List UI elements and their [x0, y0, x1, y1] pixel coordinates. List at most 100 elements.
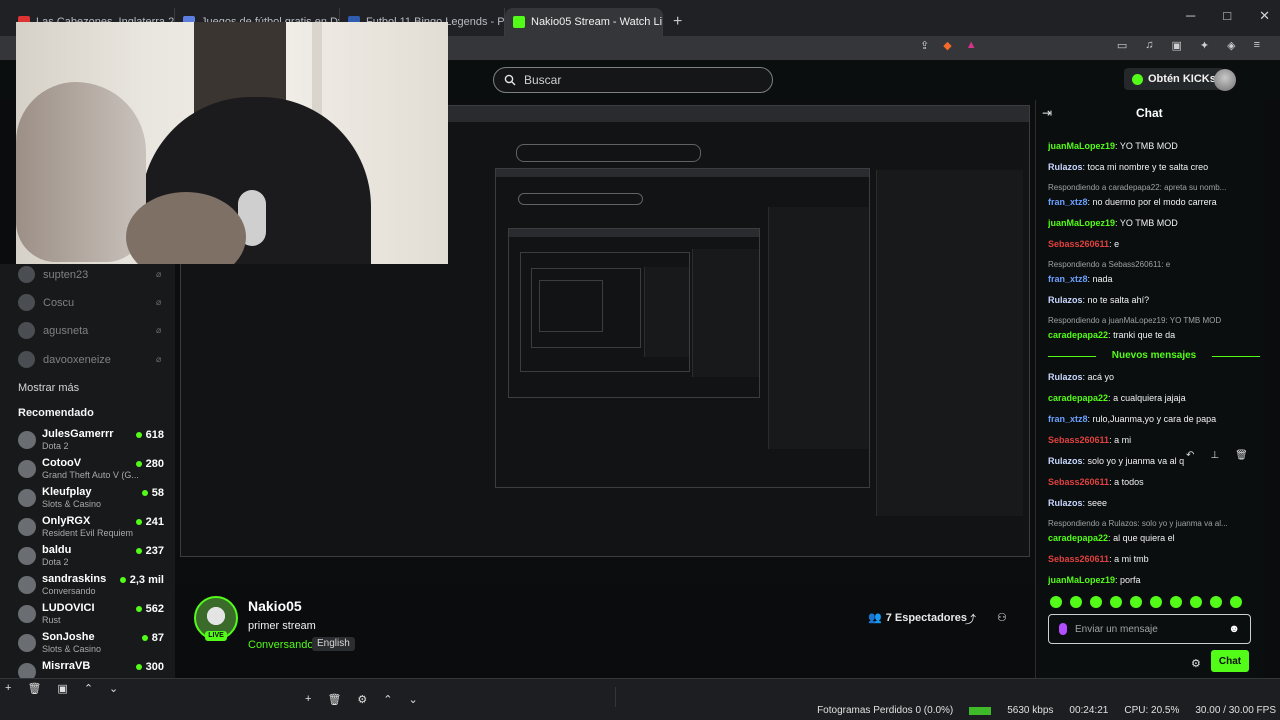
recommended-channel[interactable]: MisrraVB 300 — [18, 660, 168, 681]
chat-username[interactable]: juanMaLopez19 — [1048, 141, 1115, 151]
chat-username[interactable]: fran_xtz8 — [1048, 274, 1088, 284]
emote-icon[interactable] — [1130, 596, 1142, 608]
pin-icon[interactable]: ⊥ — [1210, 450, 1219, 461]
chat-username[interactable]: Rulazos — [1048, 162, 1083, 172]
move-down-icon[interactable]: ⌄ — [409, 693, 418, 706]
chat-message[interactable]: fran_xtz8: rulo,Juanma,yo y cara de papa — [1048, 413, 1260, 425]
chat-message[interactable]: Rulazos: toca mi nombre y te salta creo — [1048, 161, 1260, 173]
move-up-icon[interactable]: ⌃ — [383, 693, 392, 706]
chat-username[interactable]: Rulazos — [1048, 456, 1083, 466]
brave-rewards-icon[interactable]: ▲ — [966, 39, 977, 52]
chat-username[interactable]: fran_xtz8 — [1048, 414, 1088, 424]
emote-icon[interactable] — [1110, 596, 1122, 608]
chat-username[interactable]: Rulazos — [1048, 498, 1083, 508]
share-icon[interactable]: ⇪ — [920, 39, 929, 52]
get-kicks-button[interactable]: Obtén KICKs — [1124, 68, 1224, 90]
chat-username[interactable]: Rulazos — [1048, 372, 1083, 382]
chat-message[interactable]: Rulazos: acá yo — [1048, 371, 1260, 383]
chat-message[interactable]: caradepapa22: al que quiera el — [1048, 532, 1260, 544]
recommended-channel[interactable]: OnlyRGX Resident Evil Requiem 241 — [18, 515, 168, 543]
chat-username[interactable]: juanMaLopez19 — [1048, 575, 1115, 585]
chat-username[interactable]: caradepapa22 — [1048, 330, 1108, 340]
close-window-icon[interactable]: ✕ — [1259, 8, 1270, 24]
recommended-channel[interactable]: JulesGamerrr Dota 2 618 — [18, 428, 168, 456]
chat-username[interactable]: Sebass260611 — [1048, 239, 1109, 249]
search-input[interactable]: Buscar — [493, 67, 773, 93]
streamer-name[interactable]: Nakio05 — [248, 598, 302, 614]
add-source-icon[interactable]: + — [305, 693, 311, 706]
recommended-channel[interactable]: SonJoshe Slots & Casino 87 — [18, 631, 168, 659]
brave-shield-icon[interactable]: ◆ — [943, 39, 951, 52]
delete-icon[interactable]: 🗑 — [1235, 450, 1248, 461]
emote-icon[interactable] — [1230, 596, 1242, 608]
emote-icon[interactable] — [1070, 596, 1082, 608]
chat-message[interactable]: fran_xtz8: nada — [1048, 273, 1260, 285]
chat-message[interactable]: Sebass260611: e — [1048, 238, 1260, 250]
recommended-channel[interactable]: Kleufplay Slots & Casino 58 — [18, 486, 168, 514]
chat-message[interactable]: juanMaLopez19: YO TMB MOD — [1048, 140, 1260, 152]
chat-username[interactable]: fran_xtz8 — [1048, 197, 1088, 207]
emote-icon[interactable] — [1050, 596, 1062, 608]
chat-username[interactable]: Sebass260611 — [1048, 554, 1109, 564]
emote-icon[interactable] — [1090, 596, 1102, 608]
recommended-channel[interactable]: LUDOVICI Rust 562 — [18, 602, 168, 630]
remove-icon[interactable]: 🗑 — [27, 682, 41, 695]
chat-message[interactable]: Sebass260611: a mi tmb — [1048, 553, 1260, 565]
chat-message[interactable]: Sebass260611: a mi — [1048, 434, 1260, 446]
sidebar-icon[interactable]: ▭ — [1117, 39, 1127, 52]
channel-name: JulesGamerrr — [42, 428, 114, 440]
wallet-icon[interactable]: ◈ — [1227, 39, 1235, 52]
down-icon[interactable]: ⌄ — [109, 682, 118, 695]
source-settings-icon[interactable]: ⚙ — [357, 693, 367, 706]
add-icon[interactable]: + — [5, 682, 11, 695]
remove-source-icon[interactable]: 🗑 — [327, 693, 341, 706]
emote-icon[interactable] — [1170, 596, 1182, 608]
emote-icon[interactable] — [1190, 596, 1202, 608]
send-chat-button[interactable]: Chat — [1211, 650, 1249, 672]
chat-username[interactable]: juanMaLopez19 — [1048, 218, 1115, 228]
media-icon[interactable]: ♫ — [1145, 39, 1153, 52]
sidebar-followed-item[interactable]: supten23 ⌀ — [18, 266, 161, 283]
chat-message[interactable]: fran_xtz8: no duermo por el modo carrera — [1048, 196, 1260, 208]
sidebar-followed-item[interactable]: Coscu ⌀ — [18, 294, 161, 311]
emote-icon[interactable] — [1210, 596, 1222, 608]
chat-message[interactable]: Rulazos: seee — [1048, 497, 1260, 509]
chat-username[interactable]: Sebass260611 — [1048, 435, 1109, 445]
new-tab-button[interactable]: + — [673, 13, 682, 31]
chat-message[interactable]: caradepapa22: a cualquiera jajaja — [1048, 392, 1260, 404]
chat-username[interactable]: Rulazos — [1048, 295, 1083, 305]
collapse-chat-icon[interactable]: ⇥ — [1042, 106, 1052, 120]
menu-icon[interactable]: ≡ — [1254, 39, 1260, 52]
user-avatar[interactable] — [1214, 69, 1236, 91]
show-more-link[interactable]: Mostrar más — [18, 382, 79, 394]
reply-icon[interactable]: ↶ — [1186, 450, 1194, 461]
chat-username[interactable]: caradepapa22 — [1048, 393, 1108, 403]
emote-icon[interactable] — [1150, 596, 1162, 608]
chat-username[interactable]: Sebass260611 — [1048, 477, 1109, 487]
tab-icon[interactable]: ▣ — [1171, 39, 1181, 52]
recommended-channel[interactable]: baldu Dota 2 237 — [18, 544, 168, 572]
up-icon[interactable]: ⌃ — [84, 682, 93, 695]
sidebar-followed-item[interactable]: davooxeneize ⌀ — [18, 351, 161, 368]
stream-category[interactable]: Conversando — [248, 639, 313, 651]
chat-username[interactable]: caradepapa22 — [1048, 533, 1108, 543]
chat-message[interactable]: juanMaLopez19: YO TMB MOD — [1048, 217, 1260, 229]
recommended-channel[interactable]: CotooV Grand Theft Auto V (G... 280 — [18, 457, 168, 485]
chat-message[interactable]: Sebass260611: a todos — [1048, 476, 1260, 488]
browser-tab-active[interactable]: Nakio05 Stream - Watch Live× — [505, 8, 663, 36]
emoji-icon[interactable]: ☻ — [1228, 623, 1240, 635]
extensions-icon[interactable]: ✦ — [1200, 39, 1209, 52]
follow-icon[interactable]: ⚇ — [997, 611, 1007, 624]
filter-icon[interactable]: ▣ — [57, 682, 67, 695]
chat-settings-icon[interactable]: ⚙ — [1191, 657, 1201, 670]
minimize-icon[interactable]: ─ — [1186, 8, 1195, 24]
language-tag[interactable]: English — [312, 637, 355, 651]
share-icon[interactable]: ⤴ — [965, 611, 976, 627]
chat-message[interactable]: Rulazos: no te salta ahí? — [1048, 294, 1260, 306]
chat-message[interactable]: caradepapa22: tranki que te da — [1048, 329, 1260, 341]
chat-input[interactable]: Enviar un mensaje ☻ — [1048, 614, 1251, 644]
sidebar-followed-item[interactable]: agusneta ⌀ — [18, 322, 161, 339]
chat-message[interactable]: juanMaLopez19: porfa — [1048, 574, 1260, 586]
maximize-icon[interactable]: □ — [1223, 8, 1231, 24]
recommended-channel[interactable]: sandraskins Conversando 2,3 mil — [18, 573, 168, 601]
